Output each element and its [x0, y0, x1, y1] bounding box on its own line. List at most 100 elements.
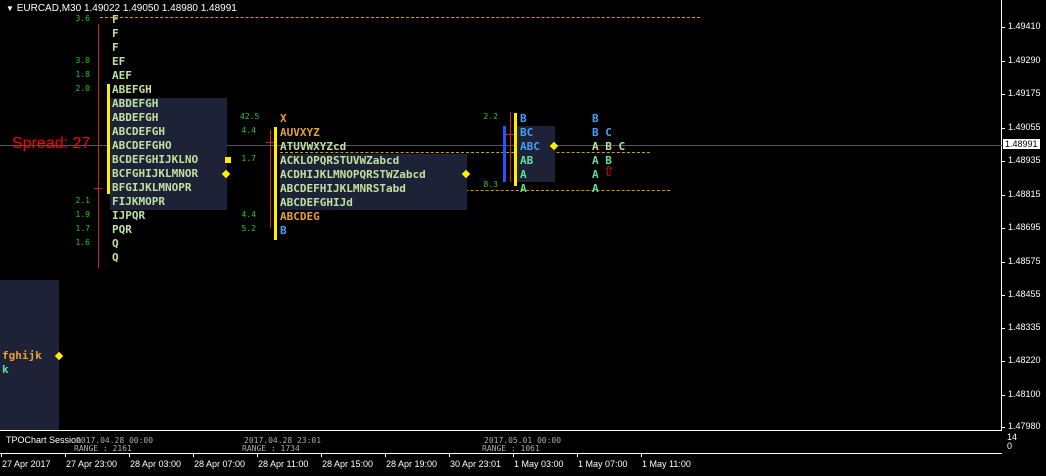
price-axis-label: 1.47980: [1008, 421, 1041, 431]
price-axis-label: 1.49175: [1008, 88, 1041, 98]
price-axis-tick: [1001, 161, 1005, 162]
tpo-row: FIJKMOPR: [112, 195, 165, 208]
time-axis-label: 27 Apr 23:00: [66, 459, 118, 469]
range-tick-1: [94, 188, 102, 189]
tpo-row: F: [112, 27, 119, 40]
price-axis-label: 1.48815: [1008, 189, 1041, 199]
time-axis-label: 28 Apr 03:00: [130, 459, 182, 469]
price-axis-tick: [1001, 328, 1005, 329]
profile-number: 1.7: [75, 224, 90, 233]
price-axis-label: 1.48220: [1008, 355, 1041, 365]
tpo-row: X: [280, 112, 287, 125]
tpo-row: ABCDEFGH: [112, 125, 165, 138]
tpo-row: ATUVWXYZcd: [280, 140, 347, 153]
tpo-row: ABCDEG: [280, 210, 320, 223]
tpo-row: ABCDEFHIJKLMNRSTabd: [280, 182, 406, 195]
price-axis-tick: [1001, 195, 1005, 196]
tpo-row: F: [112, 13, 119, 26]
price-axis-border: [1001, 0, 1002, 430]
price-axis-label: 1.48935: [1008, 155, 1041, 165]
tpo-row: A: [520, 168, 527, 181]
spread-label: Spread: 27: [12, 135, 91, 152]
tpo-row: A B: [592, 154, 612, 167]
tpo-row: AUVXYZ: [280, 126, 320, 139]
poc-square-1: [225, 157, 231, 163]
tpo-row: ABCDEFGHO: [112, 139, 172, 152]
time-axis-label: 28 Apr 19:00: [386, 459, 438, 469]
tpo-row: EF: [112, 55, 126, 68]
tpo-row: B: [280, 224, 287, 237]
range-tick-2: [266, 142, 274, 143]
tpo-row: A: [592, 168, 599, 181]
tpo-row: ABDEFGH: [112, 111, 159, 124]
profile-number: 5.2: [241, 224, 256, 233]
price-axis-tick: [1001, 94, 1005, 95]
price-axis-tick: [1001, 295, 1005, 296]
range-tick-3: [506, 134, 514, 135]
price-axis-label: 1.49410: [1008, 21, 1041, 31]
price-axis-label: 1.49290: [1008, 55, 1041, 65]
tpo-row: A: [520, 182, 527, 195]
price-axis-label: 1.48335: [1008, 322, 1041, 332]
volume-bar-2: [274, 127, 277, 240]
tpo-row: k: [2, 363, 9, 376]
tpo-row: ABC: [520, 140, 540, 153]
price-axis-label: 1.48695: [1008, 222, 1041, 232]
time-axis-label: 30 Apr 23:01: [450, 459, 502, 469]
tpo-row: IJPQR: [112, 209, 146, 222]
range-line-2: [270, 130, 271, 228]
tpo-row: ABCDEFGHIJd: [280, 196, 353, 209]
tpo-row: AEF: [112, 69, 132, 82]
price-axis-label: 1.48100: [1008, 389, 1041, 399]
tpo-row: BFGIJKLMNOPR: [112, 181, 192, 194]
profile-number: 1.6: [75, 238, 90, 247]
tpo-row: AB: [520, 154, 534, 167]
profile-number: 1.8: [75, 70, 90, 79]
profile-number: 3.6: [75, 14, 90, 23]
tpo-row: BCFGHIJKLMNOR: [112, 167, 199, 180]
profile-number: 2.0: [75, 84, 90, 93]
tpo-row: B C: [592, 126, 612, 139]
tpo-row: Q: [112, 237, 119, 250]
price-axis-tick: [1001, 427, 1005, 428]
tpo-row: PQR: [112, 223, 132, 236]
price-axis-tick: [1001, 361, 1005, 362]
price-axis-label: 1.48455: [1008, 289, 1041, 299]
dashed-level-top: [100, 17, 700, 18]
tpo-row: Q: [112, 251, 119, 264]
profile-number: 1.7: [241, 154, 256, 163]
dropdown-triangle-icon[interactable]: ▼: [6, 4, 14, 13]
indicator-scale-bottom: 0: [1007, 441, 1013, 451]
range-line-3: [510, 112, 511, 182]
chart-area[interactable]: ▼ EURCAD,M30 1.49022 1.49050 1.48980 1.4…: [0, 0, 1046, 476]
tpo-row: BCDEFGHIJKLNO: [112, 153, 199, 166]
profile-number: 2.2: [483, 112, 498, 121]
blue-bar: [503, 126, 506, 182]
profile-number: 42.5: [240, 112, 260, 121]
price-axis-tick: [1001, 128, 1005, 129]
tpo-row: F: [112, 41, 119, 54]
current-price-label: 1.48991: [1003, 139, 1040, 149]
volume-bar-3: [514, 113, 517, 186]
time-axis-label: 27 Apr 2017: [2, 459, 51, 469]
profile-number: 4.4: [241, 126, 256, 135]
volume-bar-1: [107, 84, 110, 194]
tpo-row: BC: [520, 126, 534, 139]
profile-number: 2.1: [75, 196, 90, 205]
indicator-name: TPOChart Session: [6, 435, 82, 445]
price-axis-tick: [1001, 61, 1005, 62]
profile-number: 4.4: [241, 210, 256, 219]
tpo-row: B: [592, 112, 599, 125]
price-axis-tick: [1001, 27, 1005, 28]
price-axis-label: 1.49055: [1008, 122, 1041, 132]
time-axis-label: 1 May 11:00: [642, 459, 691, 469]
time-axis-label: 28 Apr 07:00: [194, 459, 246, 469]
price-axis-tick: [1001, 395, 1005, 396]
tpo-row: A: [592, 182, 599, 195]
price-axis-tick: [1001, 228, 1005, 229]
tpo-row: ABEFGH: [112, 83, 152, 96]
chart-title: ▼ EURCAD,M30 1.49022 1.49050 1.48980 1.4…: [6, 3, 237, 14]
session-range: RANGE : 2161: [74, 444, 132, 453]
profile-number: 8.3: [483, 180, 498, 189]
time-axis-label: 28 Apr 15:00: [322, 459, 374, 469]
